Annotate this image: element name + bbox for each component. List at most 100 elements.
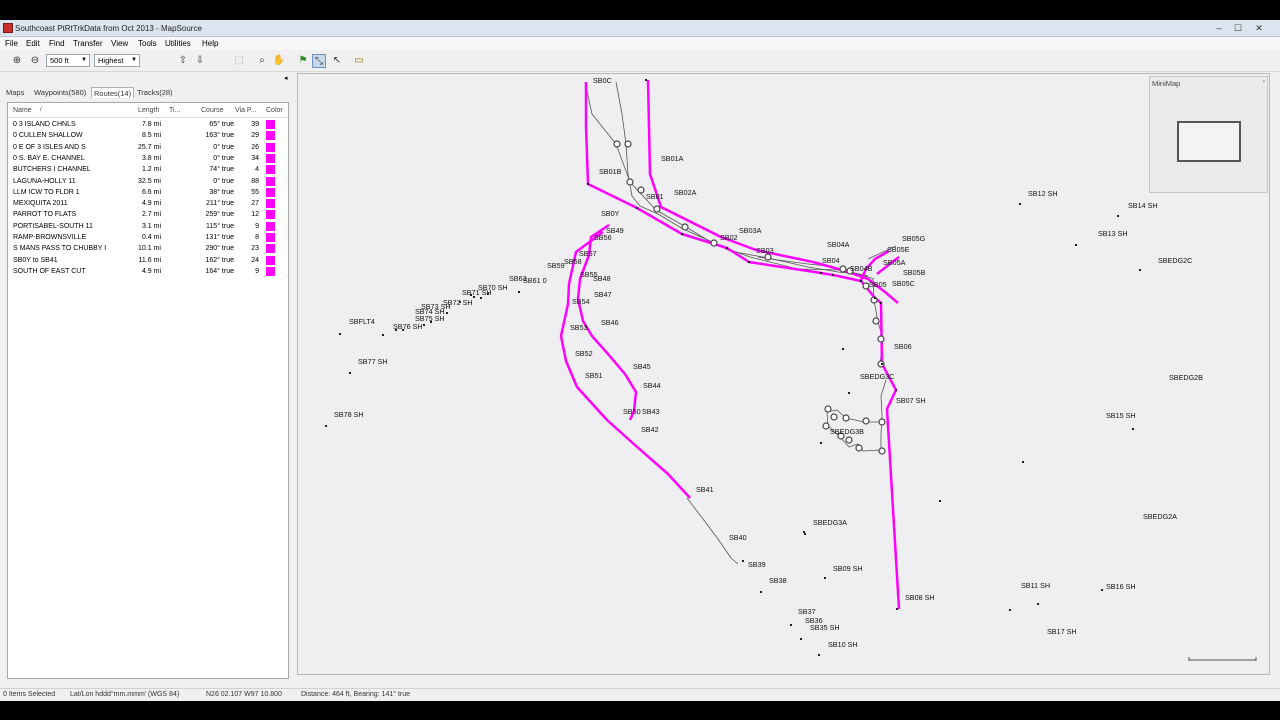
waypoint-label[interactable]: SB01 bbox=[646, 192, 664, 201]
table-row[interactable]: SB0Y to SB41 11.6 mi 162° true 24 bbox=[8, 255, 288, 266]
waypoint-marker[interactable] bbox=[1037, 603, 1039, 605]
waypoint-label[interactable]: SB53 bbox=[570, 323, 588, 332]
scale-select[interactable]: 500 ft ▼ bbox=[46, 54, 90, 67]
tab-tracks[interactable]: Tracks(28) bbox=[137, 87, 173, 98]
waypoint-label[interactable]: SB39 bbox=[748, 560, 766, 569]
receive-from-device-icon[interactable]: ⇩ bbox=[193, 54, 207, 68]
waypoint-marker[interactable] bbox=[820, 272, 822, 274]
table-row[interactable]: PORTISABEL-SOUTH 11 3.1 mi 115° true 9 bbox=[8, 221, 288, 232]
track-point[interactable] bbox=[637, 186, 645, 194]
waypoint-label[interactable]: SB77 SH bbox=[358, 357, 388, 366]
waypoint-marker[interactable] bbox=[480, 297, 482, 299]
track-point[interactable] bbox=[626, 178, 634, 186]
waypoint-marker[interactable] bbox=[748, 261, 750, 263]
waypoint-label[interactable]: SB45 bbox=[633, 362, 651, 371]
waypoint-label[interactable]: SB06 bbox=[894, 342, 912, 351]
route-tool-icon[interactable]: ⤡ bbox=[312, 54, 326, 68]
maximize-button[interactable]: ☐ bbox=[1229, 22, 1247, 34]
waypoint-label[interactable]: SB05 bbox=[869, 280, 887, 289]
waypoint-label[interactable]: SB09 SH bbox=[833, 564, 863, 573]
waypoint-marker[interactable] bbox=[1139, 269, 1141, 271]
waypoint-tool-icon[interactable]: ⚑ bbox=[296, 54, 310, 68]
waypoint-label[interactable]: SB03 bbox=[756, 246, 774, 255]
tab-routes[interactable]: Routes(14) bbox=[91, 87, 135, 98]
route-color-swatch[interactable] bbox=[266, 176, 275, 186]
track-point[interactable] bbox=[877, 335, 885, 343]
table-row[interactable]: 0 CULLEN SHALLOW 8.5 mi 163° true 29 bbox=[8, 130, 288, 141]
menu-transfer[interactable]: Transfer bbox=[73, 39, 103, 48]
waypoint-label[interactable]: SB04B bbox=[850, 264, 873, 273]
waypoint-label[interactable]: SB44 bbox=[643, 381, 661, 390]
route-color-swatch[interactable] bbox=[266, 165, 275, 175]
zoom-tool-icon[interactable]: ⌕ bbox=[255, 54, 269, 68]
waypoint-marker[interactable] bbox=[339, 333, 341, 335]
waypoint-marker[interactable] bbox=[423, 324, 425, 326]
waypoint-label[interactable]: SBEDG2B bbox=[1169, 373, 1203, 382]
waypoint-label[interactable]: SB15 SH bbox=[1106, 411, 1136, 420]
waypoint-label[interactable]: SB08 SH bbox=[905, 593, 935, 602]
waypoint-marker[interactable] bbox=[681, 233, 683, 235]
waypoint-label[interactable]: SB04A bbox=[827, 240, 850, 249]
hand-tool-icon[interactable]: ✋ bbox=[272, 54, 286, 68]
waypoint-marker[interactable] bbox=[742, 560, 744, 562]
detail-select[interactable]: Highest ▼ bbox=[94, 54, 140, 67]
zoom-out-icon[interactable]: ⊖ bbox=[28, 54, 42, 68]
track-point[interactable] bbox=[855, 444, 863, 452]
route-color-swatch[interactable] bbox=[266, 142, 275, 152]
minimize-button[interactable]: – bbox=[1210, 22, 1228, 34]
panel-collapse-icon[interactable]: ◂ bbox=[284, 74, 288, 82]
route-color-swatch[interactable] bbox=[266, 244, 275, 254]
waypoint-label[interactable]: SB52 bbox=[575, 349, 593, 358]
waypoint-marker[interactable] bbox=[325, 425, 327, 427]
track-point[interactable] bbox=[830, 413, 838, 421]
track-line[interactable] bbox=[615, 81, 875, 280]
column-via-points[interactable]: Via P... bbox=[235, 107, 257, 114]
waypoint-marker[interactable] bbox=[1022, 461, 1024, 463]
route-color-swatch[interactable] bbox=[266, 120, 275, 129]
waypoint-label[interactable]: SB47 bbox=[594, 290, 612, 299]
waypoint-label[interactable]: SB72 SH bbox=[443, 298, 473, 307]
tab-waypoints[interactable]: Waypoints(580) bbox=[34, 87, 86, 98]
waypoint-label[interactable]: SB37 bbox=[798, 607, 816, 616]
waypoint-label[interactable]: SBEDG2C bbox=[1158, 256, 1192, 265]
waypoint-marker[interactable] bbox=[349, 372, 351, 374]
mapsource-app-icon[interactable] bbox=[3, 23, 13, 33]
waypoint-label[interactable]: SB12 SH bbox=[1028, 189, 1058, 198]
waypoint-label[interactable]: SB02 bbox=[720, 233, 738, 242]
waypoint-label[interactable]: SB57 bbox=[579, 249, 597, 258]
title-bar[interactable]: Southcoast PtRtTrkData from Oct 2013 - M… bbox=[0, 20, 1280, 37]
waypoint-label[interactable]: SB56 bbox=[594, 233, 612, 242]
track-point[interactable] bbox=[845, 436, 853, 444]
waypoint-label[interactable]: SBEDG2A bbox=[1143, 512, 1177, 521]
table-row[interactable]: SOUTH OF EAST CUT 4.9 mi 164° true 9 bbox=[8, 266, 288, 277]
column-course[interactable]: Course bbox=[201, 107, 224, 114]
menu-help[interactable]: Help bbox=[202, 39, 218, 48]
table-row[interactable]: MEXIQUITA 2011 4.9 mi 211° true 27 bbox=[8, 198, 288, 209]
waypoint-label[interactable]: SB70 SH bbox=[478, 283, 508, 292]
waypoint-marker[interactable] bbox=[760, 591, 762, 593]
waypoint-marker[interactable] bbox=[848, 392, 850, 394]
column-name[interactable]: Name bbox=[13, 107, 32, 114]
waypoint-label[interactable]: SBEDG3B bbox=[830, 427, 864, 436]
waypoint-label[interactable]: SB11 SH bbox=[1021, 581, 1050, 590]
menu-tools[interactable]: Tools bbox=[138, 39, 157, 48]
waypoint-label[interactable]: SB01A bbox=[661, 154, 684, 163]
menu-view[interactable]: View bbox=[111, 39, 128, 48]
waypoint-label[interactable]: SB38 bbox=[769, 576, 787, 585]
waypoint-label[interactable]: SB10 SH bbox=[828, 640, 858, 649]
waypoint-marker[interactable] bbox=[824, 577, 826, 579]
waypoint-label[interactable]: SB13 SH bbox=[1098, 229, 1128, 238]
route-color-swatch[interactable] bbox=[266, 210, 275, 220]
waypoint-marker[interactable] bbox=[382, 334, 384, 336]
waypoint-label[interactable]: SB59 bbox=[547, 261, 565, 270]
waypoint-label[interactable]: SB61 0 bbox=[523, 276, 547, 285]
menu-edit[interactable]: Edit bbox=[26, 39, 40, 48]
waypoint-label[interactable]: SB76 SH bbox=[393, 322, 423, 331]
menu-file[interactable]: File bbox=[5, 39, 18, 48]
route-color-swatch[interactable] bbox=[266, 233, 275, 242]
waypoint-marker[interactable] bbox=[518, 291, 520, 293]
waypoint-marker[interactable] bbox=[800, 638, 802, 640]
track-point[interactable] bbox=[839, 265, 847, 273]
track-point[interactable] bbox=[824, 405, 832, 413]
waypoint-marker[interactable] bbox=[860, 280, 862, 282]
